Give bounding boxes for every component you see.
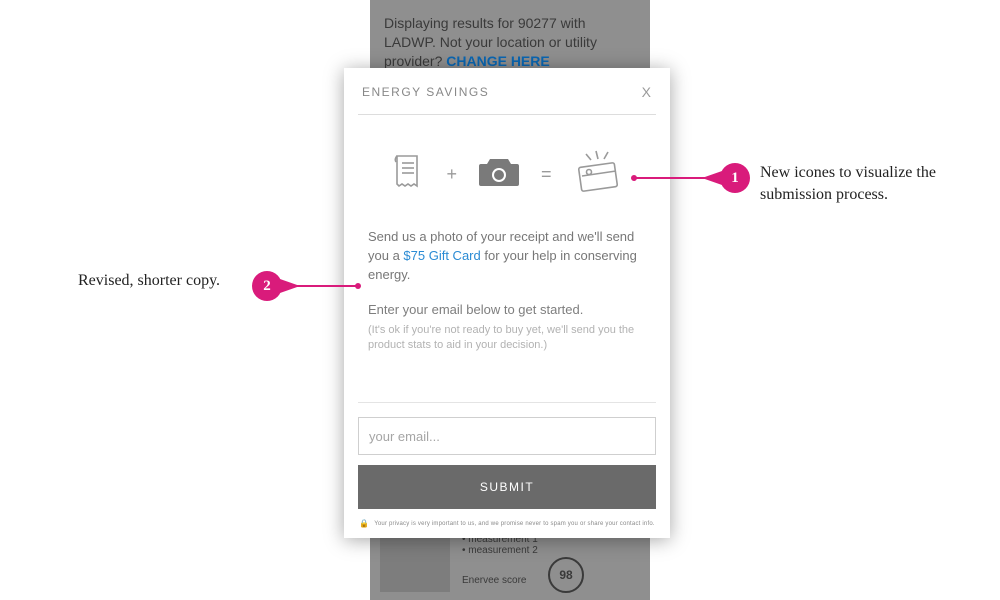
- divider: [358, 402, 656, 403]
- modal-body-copy: Send us a photo of your receipt and we'l…: [344, 228, 670, 353]
- gift-card-link[interactable]: $75 Gift Card: [403, 248, 480, 263]
- product-thumb: [380, 532, 450, 592]
- icon-equation-row: + =: [344, 115, 670, 228]
- hint-text: (It's ok if you're not ready to buy yet,…: [368, 323, 646, 353]
- annotation-text-2: Revised, shorter copy.: [78, 270, 228, 292]
- close-icon[interactable]: X: [642, 84, 652, 100]
- privacy-note: 🔒 Your privacy is very important to us, …: [358, 519, 656, 528]
- annotation-leader-1: [632, 177, 706, 179]
- lock-icon: 🔒: [359, 519, 369, 528]
- email-field[interactable]: [358, 417, 656, 455]
- gift-card-icon: [572, 149, 624, 200]
- background-card: • measurement 1 • measurement 2 Enervee …: [370, 532, 650, 600]
- submit-button[interactable]: SUBMIT: [358, 465, 656, 509]
- enervee-score-label: Enervee score: [462, 575, 526, 586]
- enervee-score-value: 98: [548, 557, 584, 593]
- modal-title: ENERGY SAVINGS: [362, 85, 489, 99]
- annotation-marker-1: 1: [720, 163, 750, 193]
- energy-savings-modal: ENERGY SAVINGS X + = Send us a photo of …: [344, 68, 670, 538]
- change-here-link[interactable]: CHANGE HERE: [446, 53, 549, 69]
- camera-icon: [477, 155, 521, 194]
- receipt-icon: [390, 152, 426, 197]
- annotation-leader-2: [296, 285, 360, 287]
- annotation-marker-2: 2: [252, 271, 282, 301]
- plus-symbol: +: [446, 164, 457, 185]
- body-paragraph: Send us a photo of your receipt and we'l…: [368, 228, 646, 285]
- equals-symbol: =: [541, 164, 552, 185]
- annotation-text-1: New icones to visualize the submission p…: [760, 162, 970, 205]
- background-results-text: Displaying results for 90277 with LADWP.…: [370, 0, 650, 71]
- email-prompt: Enter your email below to get started.: [368, 301, 646, 320]
